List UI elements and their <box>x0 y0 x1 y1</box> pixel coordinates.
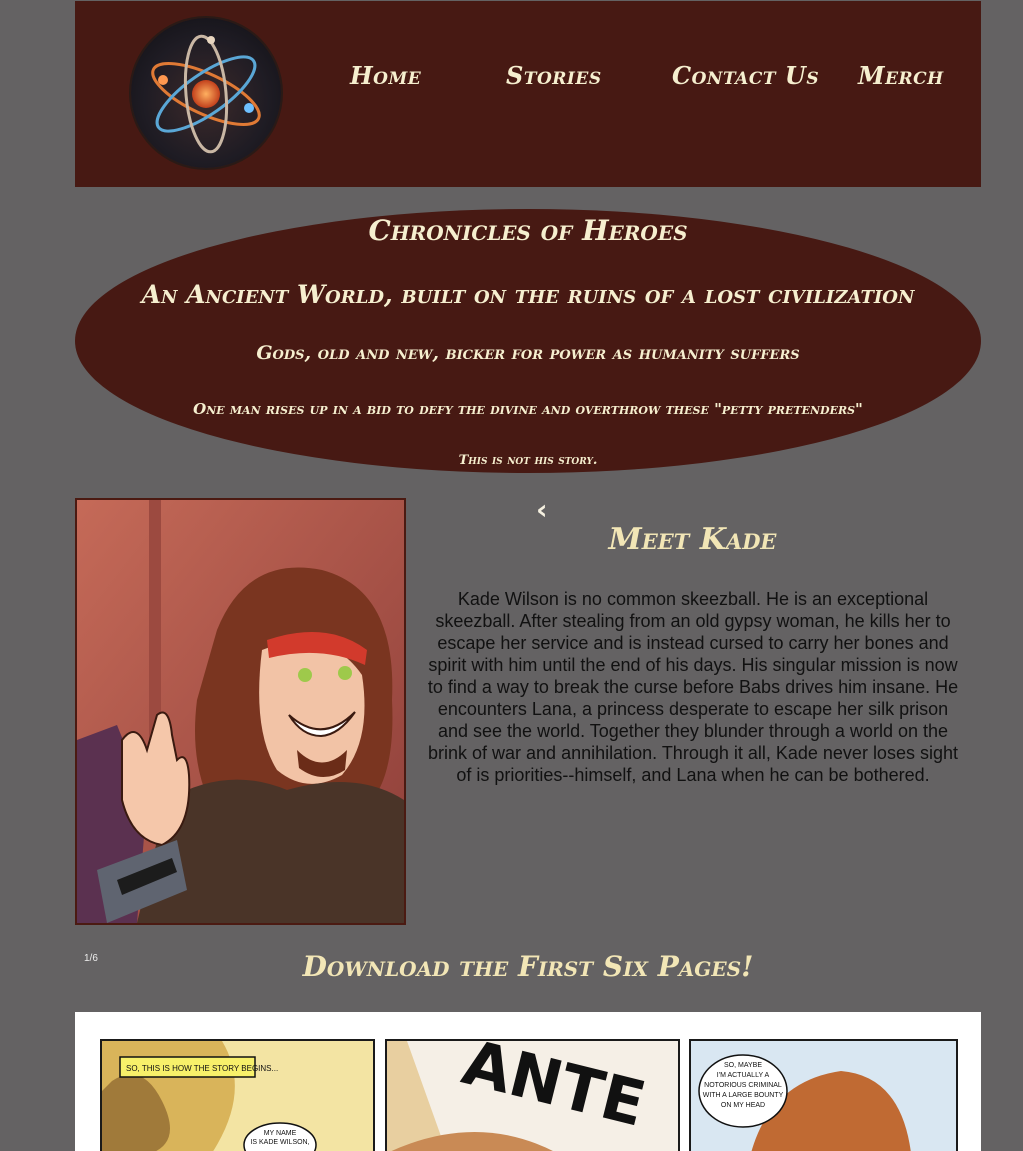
comic-page-1[interactable]: SO, THIS IS HOW THE STORY BEGINS... MY N… <box>100 1039 375 1151</box>
nav-stories-link[interactable]: Stories <box>506 61 602 90</box>
atom-logo-icon[interactable] <box>131 18 281 168</box>
svg-text:NOTORIOUS CRIMINAL: NOTORIOUS CRIMINAL <box>704 1082 782 1089</box>
site-header: Home Stories Contact Us Merch <box>75 1 981 187</box>
comic-pages-strip: SO, THIS IS HOW THE STORY BEGINS... MY N… <box>75 1012 981 1151</box>
page: Home Stories Contact Us Merch Chronicles… <box>0 0 1023 1151</box>
character-name-heading: Meet Kade <box>608 522 777 557</box>
svg-text:MY NAME: MY NAME <box>264 1130 297 1137</box>
comic-page-1-caption: SO, THIS IS HOW THE STORY BEGINS... <box>126 1064 278 1073</box>
hero-tagline-2: Gods, old and new, bicker for power as h… <box>256 342 800 364</box>
hero-tagline-3: One man rises up in a bid to defy the di… <box>193 400 863 418</box>
comic-page-2[interactable]: ANTE <box>385 1039 680 1151</box>
character-portrait-image <box>75 498 406 925</box>
svg-text:ON MY HEAD: ON MY HEAD <box>721 1102 765 1109</box>
character-description: Kade Wilson is no common skeezball. He i… <box>427 589 959 785</box>
download-heading: Download the First Six Pages! <box>302 950 754 983</box>
svg-text:WITH A LARGE BOUNTY: WITH A LARGE BOUNTY <box>703 1092 784 1099</box>
comic-page-3[interactable]: SO, MAYBE I'M ACTUALLY A NOTORIOUS CRIMI… <box>689 1039 958 1151</box>
hero-title: Chronicles of Heroes <box>368 214 688 247</box>
svg-text:SO, MAYBE: SO, MAYBE <box>724 1062 762 1069</box>
nav-merch-link[interactable]: Merch <box>858 61 944 90</box>
hero-banner <box>75 209 981 473</box>
hero-tagline-4: This is not his story. <box>458 453 598 468</box>
hero-tagline-1: An Ancient World, built on the ruins of … <box>141 280 915 309</box>
svg-text:I'M ACTUALLY A: I'M ACTUALLY A <box>717 1072 770 1079</box>
svg-text:IS KADE WILSON,: IS KADE WILSON, <box>250 1139 309 1146</box>
nav-home-link[interactable]: Home <box>350 61 421 90</box>
nav-contact-link[interactable]: Contact Us <box>672 61 819 90</box>
